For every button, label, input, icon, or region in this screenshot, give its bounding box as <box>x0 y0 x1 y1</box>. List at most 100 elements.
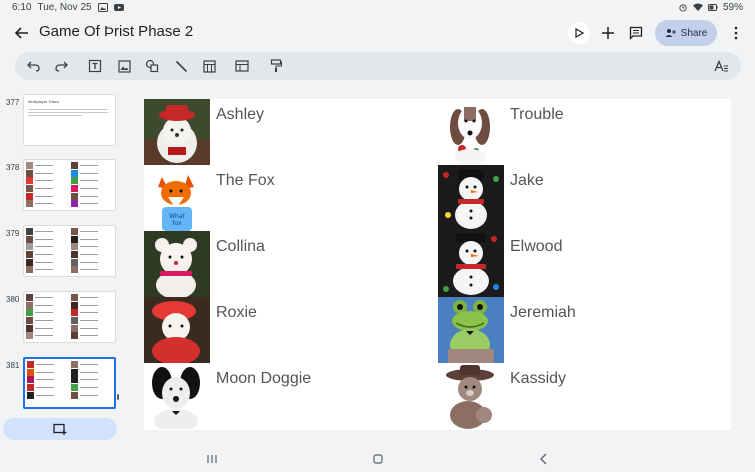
shape-button[interactable] <box>142 56 162 76</box>
slide-filmstrip: 377 Multiplayer Token 378 379 380 381 <box>0 88 125 440</box>
photo-notification-icon <box>97 3 108 12</box>
play-icon <box>575 28 584 38</box>
system-navigation-bar <box>0 446 755 472</box>
back-button[interactable] <box>12 23 32 43</box>
image-icon <box>117 59 131 73</box>
text-format-icon <box>713 59 728 71</box>
table-icon <box>202 59 216 73</box>
redo-button[interactable] <box>51 56 71 76</box>
slide-number: 380 <box>6 295 20 304</box>
character-card[interactable]: Collina <box>144 231 437 297</box>
photo-pink-bear <box>144 231 210 297</box>
slide-number: 378 <box>6 163 20 172</box>
alarm-icon <box>679 4 687 12</box>
paint-format-icon <box>270 59 282 72</box>
status-time: 6:10 <box>12 2 32 13</box>
more-vert-icon <box>734 26 738 40</box>
insert-image-button[interactable] <box>114 56 134 76</box>
thumbnail-title: Multiplayer Token <box>28 99 60 104</box>
share-label: Share <box>680 27 708 39</box>
slide-number: 381 <box>6 361 20 370</box>
home-button[interactable] <box>370 451 386 467</box>
battery-icon <box>707 4 718 11</box>
redo-icon <box>54 61 68 72</box>
photo-snowman-plush-2 <box>438 231 504 297</box>
slide-thumbnail-381[interactable] <box>23 357 116 409</box>
recents-icon <box>207 455 217 463</box>
add-person-icon <box>665 29 676 37</box>
photo-snowman-plush <box>438 165 504 231</box>
document-title[interactable]: Game Of Þrist Phase 2 <box>39 23 193 40</box>
character-name: Roxie <box>216 304 257 321</box>
photo-cowboy-bear <box>438 363 504 429</box>
youtube-notification-icon <box>113 4 124 11</box>
present-button[interactable] <box>568 22 590 44</box>
character-card[interactable]: Kassidy <box>438 363 731 429</box>
slide-thumbnail-379[interactable] <box>23 225 116 277</box>
photo-basset-hound <box>438 99 504 165</box>
slide-number: 379 <box>6 229 20 238</box>
slide-number: 377 <box>6 98 20 107</box>
photo-red-feather-bear <box>144 297 210 363</box>
text-box-button[interactable] <box>85 56 105 76</box>
wifi-icon <box>692 3 703 11</box>
text-box-icon <box>88 59 102 73</box>
line-icon <box>175 60 187 72</box>
photo-black-dog <box>144 363 210 429</box>
layout-button[interactable] <box>232 56 252 76</box>
battery-level: 59% <box>722 2 743 13</box>
character-card[interactable]: Jake <box>438 165 731 231</box>
recent-apps-button[interactable] <box>204 451 220 467</box>
more-options-button[interactable] <box>725 22 747 44</box>
system-back-button[interactable] <box>536 451 552 467</box>
character-name: Collina <box>216 238 265 255</box>
character-card[interactable]: Trouble <box>438 99 731 165</box>
character-name: Elwood <box>510 238 563 255</box>
character-card[interactable]: Jeremiah <box>438 297 731 363</box>
character-name: Jake <box>510 172 544 189</box>
character-card[interactable]: What fox The Fox <box>144 165 437 231</box>
new-slide-button[interactable] <box>3 418 117 440</box>
photo-red-hat-bear <box>144 99 210 165</box>
svg-text:fox: fox <box>172 220 182 227</box>
text-format-button[interactable] <box>711 56 731 76</box>
insert-table-button[interactable] <box>199 56 219 76</box>
add-slide-icon <box>53 423 67 435</box>
plus-icon <box>602 27 614 39</box>
shapes-icon <box>145 59 159 73</box>
status-bar: 6:10 Tue, Nov 25 59% <box>0 0 755 16</box>
character-card[interactable]: Ashley <box>144 99 437 165</box>
slide-thumbnail-378[interactable] <box>23 159 116 211</box>
svg-text:What: What <box>169 213 185 220</box>
character-name: Moon Doggie <box>216 370 312 387</box>
character-name: Jeremiah <box>510 304 576 321</box>
app-header: Game Of Þrist Phase 2 Share <box>0 16 755 52</box>
status-date: Tue, Nov 25 <box>37 2 92 13</box>
character-card[interactable]: Elwood <box>438 231 731 297</box>
arrow-back-icon <box>15 27 28 39</box>
home-icon <box>373 454 383 464</box>
editing-toolbar <box>15 52 741 80</box>
paint-format-button[interactable] <box>266 56 286 76</box>
chevron-left-icon <box>540 453 547 465</box>
slide-thumbnail-377[interactable]: Multiplayer Token <box>23 94 116 146</box>
character-card[interactable]: Roxie <box>144 297 437 363</box>
character-name: The Fox <box>216 172 275 189</box>
line-button[interactable] <box>171 56 191 76</box>
undo-button[interactable] <box>23 56 43 76</box>
photo-fox-plush: What fox <box>144 165 210 231</box>
character-name: Trouble <box>510 106 564 123</box>
character-name: Kassidy <box>510 370 567 387</box>
insert-button[interactable] <box>597 22 619 44</box>
comment-icon <box>629 26 643 40</box>
layout-icon <box>235 60 249 72</box>
filmstrip-scroll-handle[interactable] <box>117 394 119 400</box>
slide-thumbnail-380[interactable] <box>23 291 116 343</box>
slide-canvas[interactable]: Ashley What fox The Fox Collina Roxie Moo… <box>144 99 731 430</box>
comments-button[interactable] <box>625 22 647 44</box>
photo-frog-plush <box>438 297 504 363</box>
share-button[interactable]: Share <box>655 20 717 46</box>
character-card[interactable]: Moon Doggie <box>144 363 437 429</box>
character-name: Ashley <box>216 106 265 123</box>
undo-icon <box>26 61 40 72</box>
